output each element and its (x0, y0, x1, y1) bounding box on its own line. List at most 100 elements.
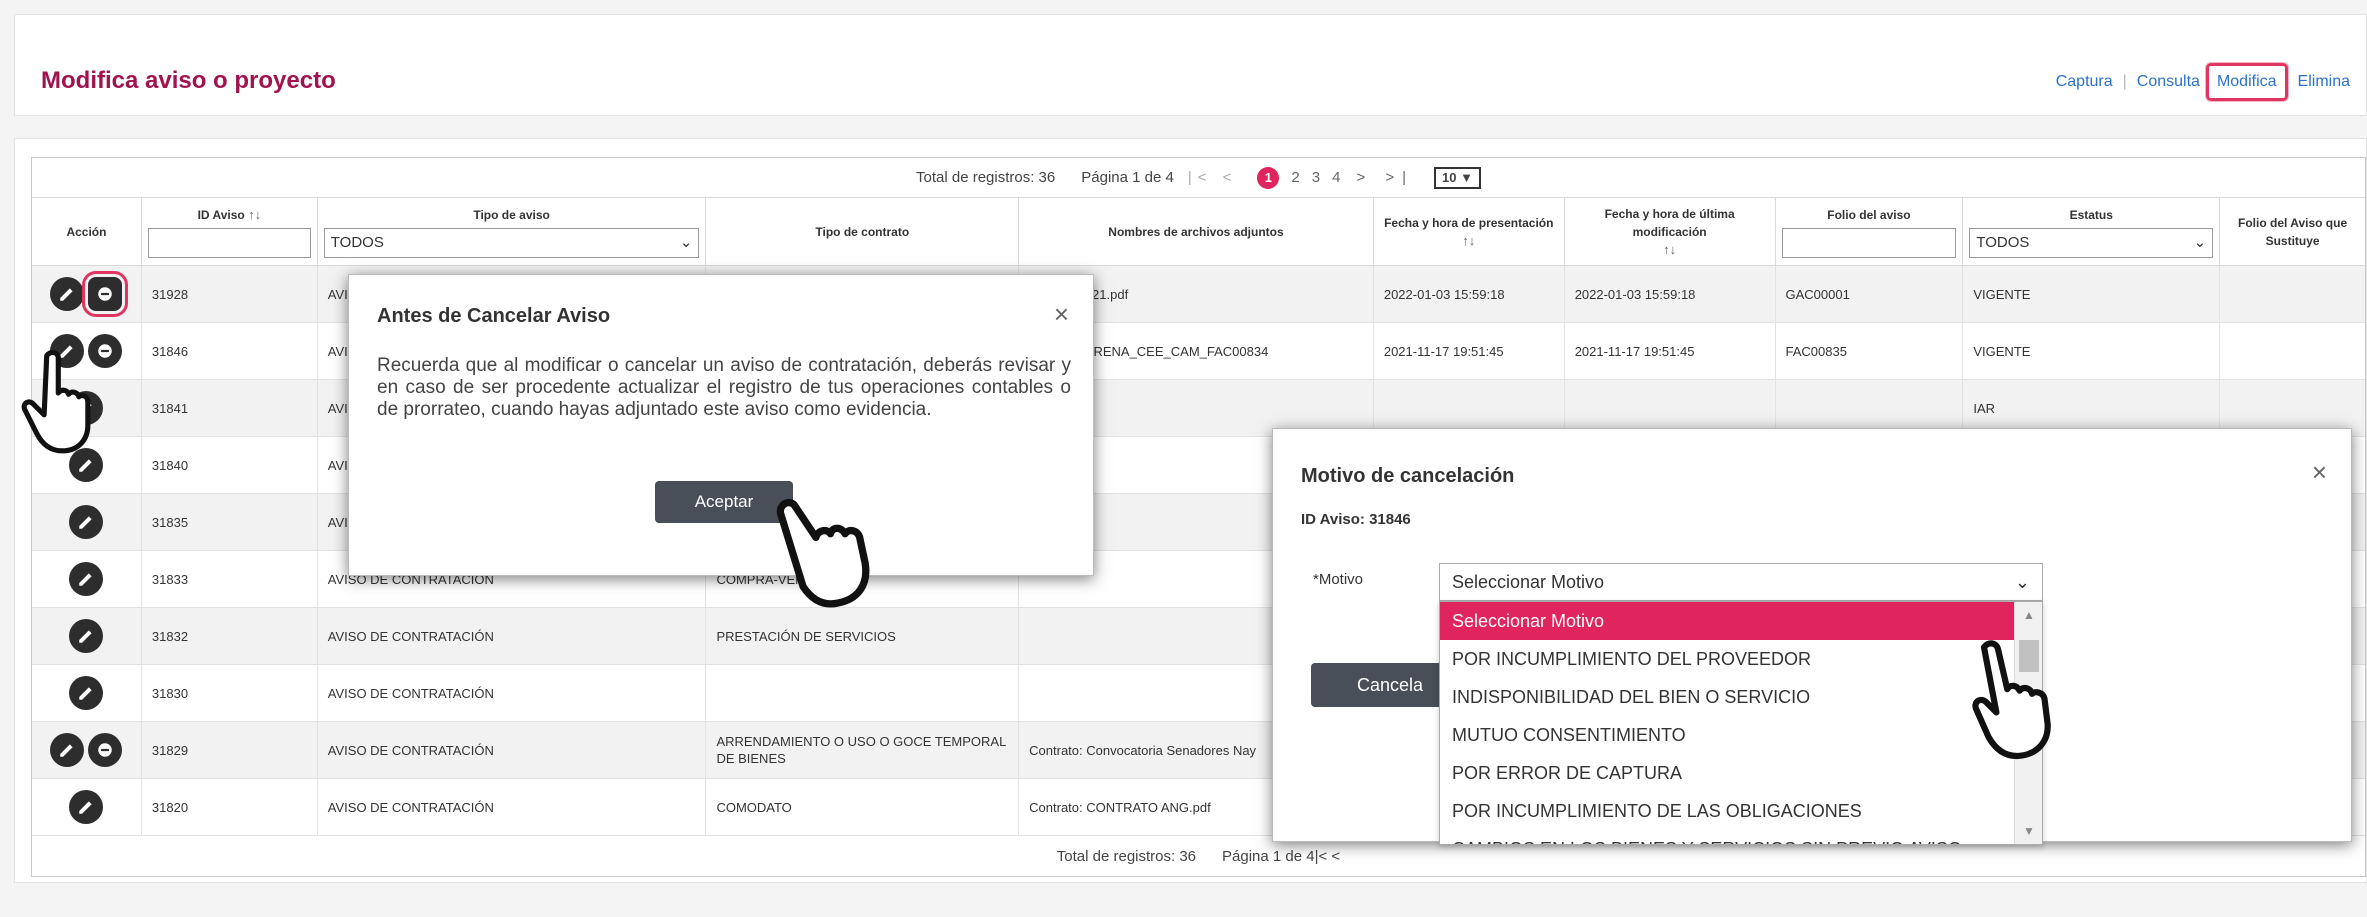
estatus-value: TODOS (1976, 233, 2030, 251)
cell-id: 31829 (142, 722, 318, 778)
hand-pointer-icon (1972, 640, 2051, 759)
page-2[interactable]: 2 (1291, 169, 1299, 186)
col-tipo-contrato: Tipo de contrato (706, 198, 1020, 265)
table-header: Acción ID Aviso ↑↓ Tipo de aviso TODOS ⌄ … (32, 198, 2365, 266)
col-estatus-label: Estatus (2069, 207, 2113, 222)
cell-folio-sustituye (2220, 323, 2365, 379)
cell-id: 31830 (142, 665, 318, 721)
tipo-aviso-select[interactable]: TODOS ⌄ (323, 227, 700, 258)
action-cell (32, 722, 142, 778)
modal-body: Recuerda que al modificar o cancelar un … (377, 355, 1071, 420)
chevron-down-icon: ⌄ (2193, 233, 2207, 251)
cell-estatus: VIGENTE (1963, 323, 2221, 379)
edit-pencil-icon[interactable] (69, 562, 104, 596)
motivo-option[interactable]: Seleccionar Motivo (1440, 602, 2014, 640)
edit-pencil-icon[interactable] (69, 676, 104, 710)
cell-folio-sustituye (2220, 266, 2365, 322)
cell-id: 31841 (142, 380, 318, 436)
col-id-aviso: ID Aviso ↑↓ (142, 198, 318, 265)
nav-consulta[interactable]: Consulta (2137, 73, 2200, 91)
cell-tipo: AVISO DE CONTRATACIÓN (318, 608, 707, 664)
cell-estatus: VIGENTE (1963, 266, 2221, 322)
motivo-dropdown: Seleccionar Motivo POR INCUMPLIMIENTO DEL… (1439, 601, 2043, 845)
col-tipo-label: Tipo de aviso (473, 207, 550, 222)
prev-page-icon[interactable]: |< < (1188, 169, 1238, 186)
sort-icon[interactable]: ↑↓ (1462, 232, 1475, 250)
cell-id: 31835 (142, 494, 318, 550)
page-3[interactable]: 3 (1312, 169, 1320, 186)
col-tipo-aviso: Tipo de aviso TODOS ⌄ (318, 198, 707, 265)
motivo-option[interactable]: POR INCUMPLIMIENTO DEL PROVEEDOR (1440, 640, 2014, 678)
sort-icon[interactable]: ↑↓ (248, 207, 261, 222)
cancel-minus-icon[interactable] (88, 733, 123, 767)
cancel-warning-modal: Antes de Cancelar Aviso × Recuerda que a… (348, 274, 1094, 576)
col-fecha-pres: Fecha y hora de presentación ↑↓ (1374, 198, 1565, 265)
edit-pencil-icon[interactable] (69, 619, 104, 653)
scroll-down-icon[interactable]: ▼ (2015, 824, 2042, 838)
folio-filter-input[interactable] (1781, 227, 1957, 258)
cell-id: 31928 (142, 266, 318, 322)
page-info: Página 1 de 4 (1081, 169, 1174, 186)
modal-id-aviso: ID Aviso: 31846 (1301, 511, 1411, 528)
motivo-select[interactable]: Seleccionar Motivo ⌄ (1439, 563, 2043, 601)
col-id-label: ID Aviso (197, 207, 245, 222)
action-cell (32, 608, 142, 664)
cell-fecha_pres: 2022-01-03 15:59:18 (1374, 266, 1565, 322)
motivo-select-value: Seleccionar Motivo (1452, 571, 1605, 592)
action-cell (32, 779, 142, 835)
edit-pencil-icon[interactable] (50, 277, 85, 311)
cancel-reason-modal: Motivo de cancelación × ID Aviso: 31846 … (1272, 428, 2352, 845)
col-estatus: Estatus TODOS ⌄ (1963, 198, 2221, 265)
per-page-select[interactable]: 10 ▼ (1434, 166, 1481, 189)
col-accion: Acción (32, 198, 142, 265)
col-fecha-pres-label: Fecha y hora de presentación (1384, 215, 1554, 230)
chevron-down-icon: ⌄ (2014, 571, 2030, 592)
action-cell (32, 494, 142, 550)
action-cell (32, 551, 142, 607)
cell-tipo: AVISO DE CONTRATACIÓN (318, 722, 707, 778)
nav-modifica[interactable]: Modifica (2205, 63, 2288, 101)
motivo-option[interactable]: CAMBIOS EN LOS BIENES Y SERVICIOS SIN PR… (1440, 830, 2014, 845)
cell-fecha_mod: 2021-11-17 19:51:45 (1565, 323, 1776, 379)
motivo-option[interactable]: MUTUO CONSENTIMIENTO (1440, 716, 2014, 754)
cell-fecha_mod: 2022-01-03 15:59:18 (1565, 266, 1776, 322)
next-page-icon[interactable]: > >| (1356, 169, 1414, 186)
page-title: Modifica aviso o proyecto (41, 67, 336, 94)
motivo-option[interactable]: POR INCUMPLIMIENTO DE LAS OBLIGACIONES (1440, 792, 2014, 830)
cell-tipo: AVISO DE CONTRATACIÓN (318, 665, 707, 721)
tipo-aviso-value: TODOS (330, 233, 384, 251)
pagination-top: Total de registros: 36 Página 1 de 4 |< … (32, 158, 2365, 198)
nav-elimina[interactable]: Elimina (2298, 73, 2350, 91)
hand-pointer-icon (776, 499, 870, 608)
cancel-minus-icon[interactable] (82, 271, 129, 317)
estatus-select[interactable]: TODOS ⌄ (1969, 227, 2214, 258)
per-page-value: 10 (1442, 170, 1457, 185)
close-icon[interactable]: × (2312, 457, 2327, 488)
col-archivos: Nombres de archivos adjuntos (1019, 198, 1374, 265)
motivo-option[interactable]: INDISPONIBILIDAD DEL BIEN O SERVICIO (1440, 678, 2014, 716)
page-4[interactable]: 4 (1332, 169, 1340, 186)
edit-pencil-icon[interactable] (50, 733, 85, 767)
cell-tipo: AVISO DE CONTRATACIÓN (318, 779, 707, 835)
col-folio-sustituye: Folio del Aviso que Sustituye (2238, 215, 2348, 248)
hand-pointer-icon (21, 349, 91, 454)
prev-page-icon[interactable]: |< < (1315, 848, 1341, 865)
cell-contrato (706, 665, 1020, 721)
nav-captura[interactable]: Captura (2056, 73, 2113, 91)
sort-icon[interactable]: ↑↓ (1663, 241, 1676, 259)
edit-pencil-icon[interactable] (69, 790, 104, 824)
cell-id: 31820 (142, 779, 318, 835)
page-1[interactable]: 1 (1257, 166, 1280, 189)
cell-id: 31832 (142, 608, 318, 664)
cell-id: 31846 (142, 323, 318, 379)
cell-id: 31833 (142, 551, 318, 607)
cell-contrato: ARRENDAMIENTO O USO O GOCE TEMPORAL DE B… (706, 722, 1020, 778)
header-card: Modifica aviso o proyecto Captura | Cons… (14, 14, 2367, 116)
motivo-option[interactable]: POR ERROR DE CAPTURA (1440, 754, 2014, 792)
close-icon[interactable]: × (1054, 299, 1069, 330)
id-filter-input[interactable] (147, 227, 311, 258)
col-folio: Folio del aviso (1776, 198, 1964, 265)
scroll-up-icon[interactable]: ▲ (2015, 608, 2042, 622)
chevron-down-icon: ⌄ (679, 233, 693, 251)
edit-pencil-icon[interactable] (69, 505, 104, 539)
